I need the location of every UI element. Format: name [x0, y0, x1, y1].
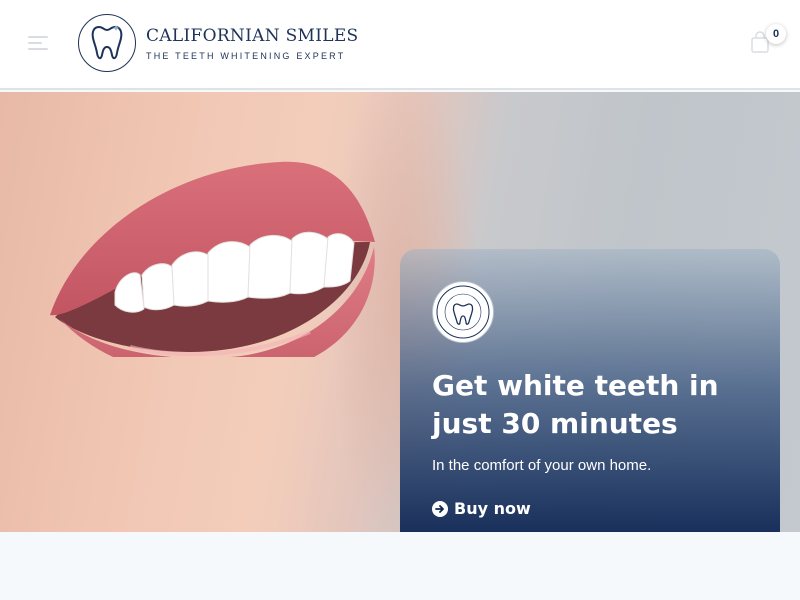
- hero-banner: Get white teeth in just 30 minutes In th…: [0, 92, 800, 532]
- promo-badge: [432, 281, 494, 343]
- cart-count-badge[interactable]: 0: [766, 24, 786, 44]
- site-header: CALIFORNIAN SMILES THE TEETH WHITENING E…: [0, 0, 800, 90]
- smiling-mouth-image: [50, 161, 375, 357]
- tooth-icon: [78, 14, 136, 72]
- page-section-below-hero: [0, 532, 800, 600]
- buy-now-label: Buy now: [454, 499, 531, 518]
- promo-card: Get white teeth in just 30 minutes In th…: [400, 249, 780, 532]
- promo-subtitle: In the comfort of your own home.: [432, 457, 652, 474]
- hamburger-menu-icon[interactable]: [28, 36, 48, 54]
- buy-now-button[interactable]: Buy now: [432, 499, 531, 518]
- tooth-icon: [436, 285, 490, 339]
- site-logo[interactable]: CALIFORNIAN SMILES THE TEETH WHITENING E…: [78, 14, 358, 72]
- arrow-circle-right-icon: [432, 500, 448, 517]
- logo-tagline: THE TEETH WHITENING EXPERT: [146, 51, 346, 61]
- promo-title: Get white teeth in just 30 minutes: [432, 369, 719, 440]
- logo-name: CALIFORNIAN SMILES: [146, 26, 359, 46]
